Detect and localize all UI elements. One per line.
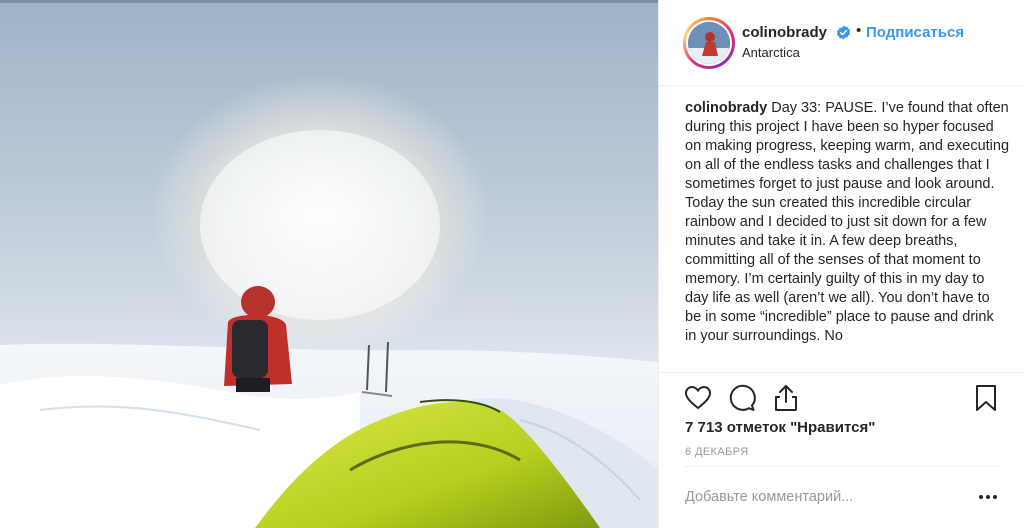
post-caption: colinobrady Day 33: PAUSE. I’ve found th… (685, 99, 1009, 371)
more-horizontal-icon[interactable] (977, 487, 999, 507)
avatar[interactable] (686, 20, 732, 66)
post-card: colinobrady • Подписаться Antarctica col… (0, 0, 1024, 528)
likes-count[interactable]: 7 713 отметок "Нравится" (685, 419, 875, 436)
post-side-panel: colinobrady • Подписаться Antarctica col… (658, 0, 1024, 528)
share-icon[interactable] (771, 383, 801, 413)
post-header: colinobrady • Подписаться Antarctica (659, 0, 1024, 86)
heart-icon[interactable] (683, 383, 713, 413)
avatar-story-ring[interactable] (683, 17, 735, 69)
avatar-image (688, 22, 730, 64)
comment-bar (685, 466, 1001, 528)
post-location[interactable]: Antarctica (742, 45, 800, 60)
author-username[interactable]: colinobrady (742, 24, 827, 41)
caption-text: Day 33: PAUSE. I’ve found that often dur… (685, 100, 1009, 344)
header-separator: • (856, 22, 862, 39)
follow-button[interactable]: Подписаться (866, 24, 964, 41)
post-actions-bar (659, 372, 1024, 422)
verified-badge-icon (836, 25, 851, 40)
post-photo[interactable] (0, 0, 658, 528)
caption-username[interactable]: colinobrady (685, 100, 771, 116)
comment-bubble-icon[interactable] (727, 383, 757, 413)
antarctica-photo-illustration (0, 0, 658, 528)
comment-input[interactable] (685, 485, 955, 509)
post-date[interactable]: 6 ДЕКАБРЯ (685, 446, 749, 458)
bookmark-icon[interactable] (971, 383, 1001, 413)
